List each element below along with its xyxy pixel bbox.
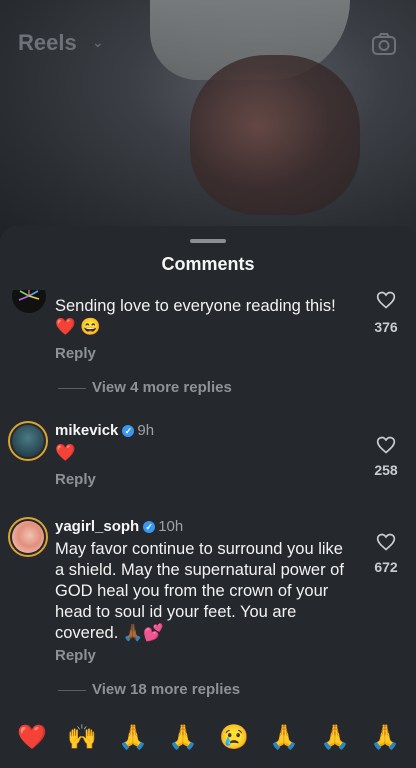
emoji-folded-hands[interactable]: 🙏	[370, 724, 400, 752]
emoji-folded-hands[interactable]: 🙏	[269, 724, 299, 752]
drag-handle[interactable]	[190, 239, 226, 243]
emoji-raised-hands[interactable]: 🙌	[67, 724, 97, 752]
divider	[58, 387, 86, 389]
comment-text: May favor continue to surround you like …	[55, 540, 344, 642]
avatar[interactable]	[8, 421, 48, 461]
emoji-folded-hands[interactable]: 🙏	[320, 724, 350, 752]
comment-time: 9h	[137, 422, 155, 439]
reply-button[interactable]: Reply	[55, 647, 96, 664]
emoji-reaction-bar: ❤️ 🙌 🙏 🙏 😢 🙏 🙏 🙏	[0, 708, 416, 764]
like-count: 376	[374, 319, 398, 335]
view-more-replies-label: View 4 more replies	[92, 379, 232, 396]
avatar[interactable]	[8, 517, 48, 557]
reel-subject-face	[190, 55, 360, 215]
camera-icon[interactable]	[371, 32, 397, 56]
emoji-heart[interactable]: ❤️	[17, 724, 47, 752]
comments-sheet: Comments Sending love to everyone readin…	[0, 226, 416, 768]
heart-outline-icon[interactable]	[376, 290, 396, 310]
divider	[58, 689, 86, 691]
reply-button[interactable]: Reply	[55, 345, 96, 362]
view-more-replies[interactable]: View 18 more replies	[58, 681, 240, 698]
verified-badge-icon: ✓	[122, 425, 135, 437]
sheet-title: Comments	[161, 254, 255, 274]
chevron-down-icon[interactable]: ⌄	[92, 34, 104, 51]
emoji-folded-hands[interactable]: 🙏	[118, 724, 148, 752]
like-count: 672	[374, 559, 398, 575]
username-label: yagirl_soph	[55, 518, 140, 535]
comment-username[interactable]: yagirl_soph ✓ 10h	[55, 518, 183, 535]
emoji-crying-face[interactable]: 😢	[219, 724, 249, 752]
reply-button[interactable]: Reply	[55, 471, 96, 488]
verified-badge-icon: ✓	[143, 521, 156, 533]
comment-username[interactable]: mikevick ✓ 9h	[55, 422, 154, 439]
heart-outline-icon[interactable]	[376, 435, 396, 455]
username-label: mikevick	[55, 422, 119, 439]
like-count: 258	[374, 462, 398, 478]
heart-outline-icon[interactable]	[376, 532, 396, 552]
view-more-replies-label: View 18 more replies	[92, 681, 241, 698]
view-more-replies[interactable]: View 4 more replies	[58, 379, 232, 396]
reels-title[interactable]: Reels	[18, 30, 77, 56]
emoji-folded-hands[interactable]: 🙏	[168, 724, 198, 752]
comment-text: Sending love to everyone reading this! ❤…	[55, 297, 336, 336]
comment-time: 10h	[158, 518, 184, 535]
sheet-header-mask	[0, 276, 416, 290]
comment-text: ❤️	[55, 444, 76, 462]
